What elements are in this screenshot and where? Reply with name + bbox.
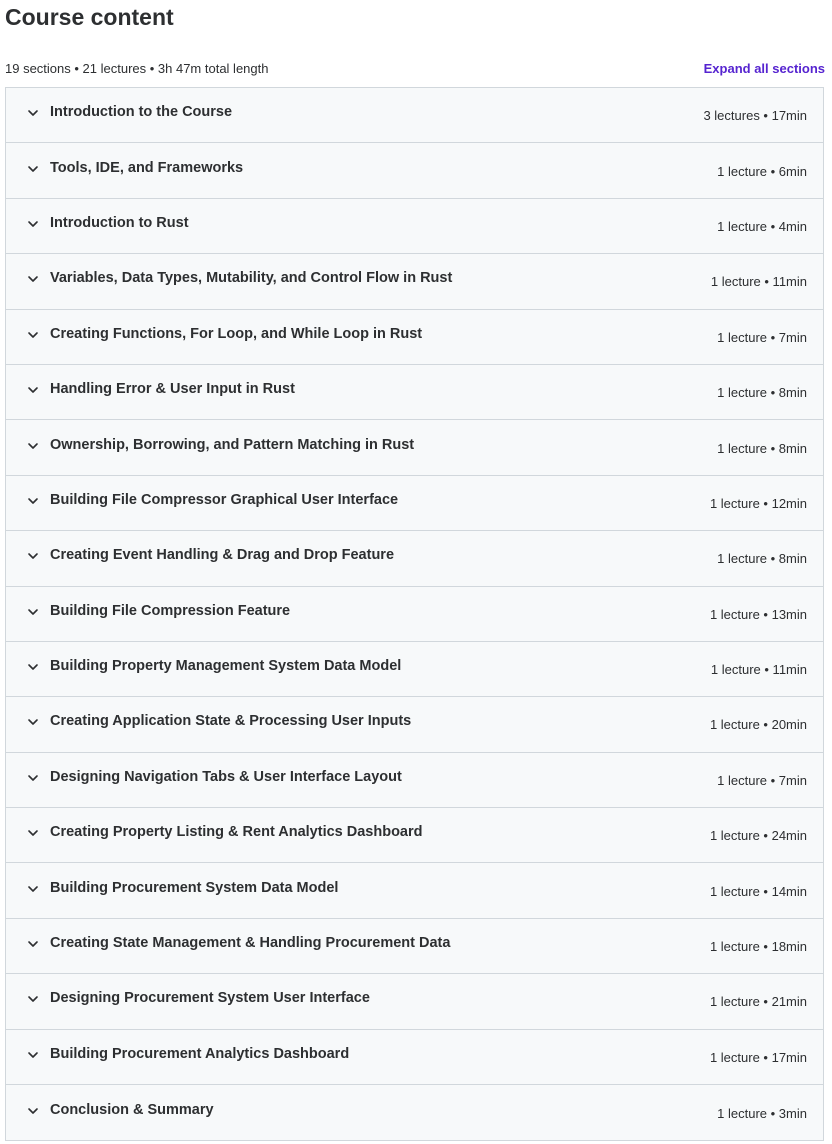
section-header[interactable]: Handling Error & User Input in Rust 1 lec… — [6, 364, 823, 421]
chevron-down-icon[interactable] — [27, 1105, 39, 1117]
section-meta: 1 lecture • 8min — [717, 551, 807, 567]
section-header[interactable]: Creating Functions, For Loop, and While … — [6, 309, 823, 365]
section-header[interactable]: Designing Procurement System User Interf… — [6, 974, 823, 1030]
section-header[interactable]: Tools, IDE, and Frameworks 1 lecture • 6m… — [6, 143, 823, 199]
section-header[interactable]: Building Procurement System Data Model 1 … — [6, 863, 823, 919]
summary-row: 19 sections • 21 lectures • 3h 47m total… — [5, 58, 825, 78]
chevron-down-icon[interactable] — [27, 827, 39, 839]
chevron-down-icon[interactable] — [27, 661, 39, 673]
section-meta: 1 lecture • 12min — [709, 495, 807, 511]
section-header[interactable]: Introduction to Rust 1 lecture • 4min — [6, 198, 823, 255]
section-header[interactable]: Creating Property Listing & Rent Analyti… — [6, 808, 823, 864]
section-meta: 3 lectures • 17min — [703, 108, 807, 124]
section-header[interactable]: Creating State Management & Handling Pro… — [6, 918, 823, 975]
section-header[interactable]: Conclusion & Summary 1 lecture • 3min — [6, 1085, 823, 1141]
section-title: Introduction to Rust — [50, 214, 189, 231]
section-title: Designing Procurement System User Interf… — [50, 990, 370, 1007]
section-title: Creating Functions, For Loop, and While … — [50, 325, 423, 342]
section-title: Designing Navigation Tabs & User Interfa… — [50, 768, 402, 785]
chevron-down-icon[interactable] — [27, 163, 39, 175]
section-title: Building Property Management System Data… — [50, 658, 402, 675]
section-header[interactable]: Building Procurement Analytics Dashboard… — [6, 1029, 823, 1086]
section-meta: 1 lecture • 24min — [709, 828, 807, 844]
chevron-down-icon[interactable] — [27, 218, 39, 230]
section-title: Introduction to the Course — [50, 104, 233, 121]
section-title: Handling Error & User Input in Rust — [50, 381, 295, 398]
section-meta: 1 lecture • 17min — [709, 1049, 807, 1065]
section-meta: 1 lecture • 7min — [717, 329, 807, 345]
section-meta: 1 lecture • 3min — [717, 1105, 807, 1121]
section-title: Conclusion & Summary — [50, 1101, 214, 1118]
section-title: Building File Compressor Graphical User … — [50, 491, 399, 508]
section-header[interactable]: Building Property Management System Data… — [6, 641, 823, 698]
section-meta: 1 lecture • 8min — [717, 385, 807, 401]
section-title: Ownership, Borrowing, and Pattern Matchi… — [50, 436, 415, 453]
chevron-down-icon[interactable] — [27, 1049, 39, 1061]
chevron-down-icon[interactable] — [27, 772, 39, 784]
section-title: Creating Event Handling & Drag and Drop … — [50, 547, 395, 564]
chevron-down-icon[interactable] — [27, 606, 39, 618]
section-meta: 1 lecture • 4min — [717, 218, 807, 234]
chevron-down-icon[interactable] — [27, 329, 39, 341]
chevron-down-icon[interactable] — [27, 273, 39, 285]
section-header[interactable]: Ownership, Borrowing, and Pattern Matchi… — [6, 420, 823, 476]
section-meta: 1 lecture • 11min — [710, 274, 807, 290]
section-meta: 1 lecture • 11min — [710, 662, 807, 678]
section-meta: 1 lecture • 8min — [717, 440, 807, 456]
chevron-down-icon[interactable] — [27, 938, 39, 950]
chevron-down-icon[interactable] — [27, 495, 39, 507]
section-title: Creating State Management & Handling Pro… — [50, 935, 451, 952]
chevron-down-icon[interactable] — [27, 440, 39, 452]
section-title: Building File Compression Feature — [50, 602, 291, 619]
section-meta: 1 lecture • 7min — [717, 772, 807, 788]
section-list: Introduction to the Course 3 lectures • 1… — [5, 87, 824, 1142]
section-header[interactable]: Building File Compression Feature 1 lectu… — [6, 586, 823, 642]
course-summary: 19 sections • 21 lectures • 3h 47m total… — [5, 60, 269, 76]
section-title: Building Procurement Analytics Dashboard — [50, 1045, 350, 1062]
expand-all-sections-button[interactable]: Expand all sections — [704, 61, 825, 76]
page-title: Course content — [5, 4, 174, 30]
chevron-down-icon[interactable] — [27, 384, 39, 396]
course-content-panel: Course content 19 sections • 21 lectures… — [0, 0, 832, 1144]
section-header[interactable]: Creating Application State & Processing … — [6, 697, 823, 753]
section-header[interactable]: Building File Compressor Graphical User … — [6, 475, 823, 532]
section-header[interactable]: Introduction to the Course 3 lectures • 1… — [6, 88, 823, 144]
section-meta: 1 lecture • 20min — [709, 717, 807, 733]
section-title: Tools, IDE, and Frameworks — [50, 159, 244, 176]
chevron-down-icon[interactable] — [27, 107, 39, 119]
chevron-down-icon[interactable] — [27, 550, 39, 562]
section-title: Building Procurement System Data Model — [50, 879, 339, 896]
section-header[interactable]: Designing Navigation Tabs & User Interfa… — [6, 752, 823, 809]
section-meta: 1 lecture • 14min — [709, 883, 807, 899]
section-meta: 1 lecture • 13min — [709, 606, 807, 622]
section-title: Creating Property Listing & Rent Analyti… — [50, 824, 423, 841]
section-title: Creating Application State & Processing … — [50, 713, 412, 730]
chevron-down-icon[interactable] — [27, 993, 39, 1005]
section-title: Variables, Data Types, Mutability, and C… — [50, 270, 453, 287]
section-meta: 1 lecture • 6min — [717, 163, 807, 179]
chevron-down-icon[interactable] — [27, 883, 39, 895]
section-header[interactable]: Variables, Data Types, Mutability, and C… — [6, 254, 823, 310]
section-header[interactable]: Creating Event Handling & Drag and Drop … — [6, 531, 823, 587]
section-meta: 1 lecture • 18min — [709, 939, 807, 955]
section-meta: 1 lecture • 21min — [709, 994, 807, 1010]
chevron-down-icon[interactable] — [27, 716, 39, 728]
